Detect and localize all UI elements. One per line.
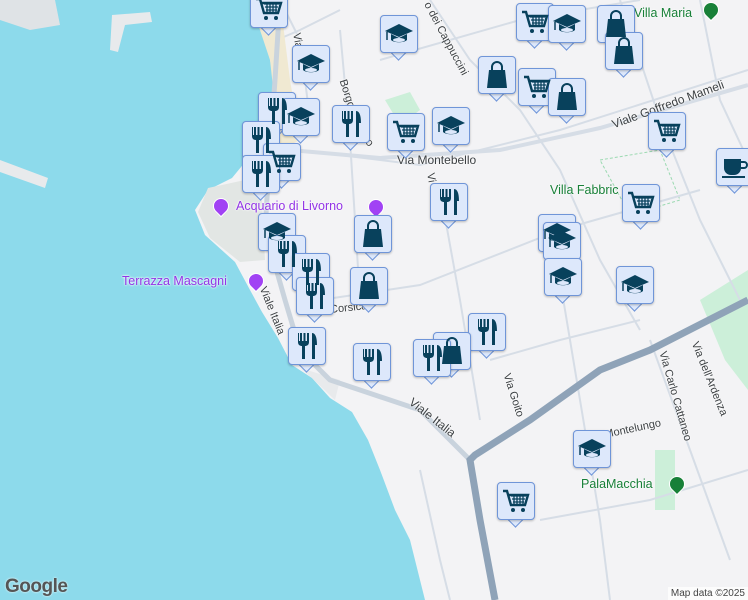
marker-box xyxy=(648,112,686,150)
marker-box xyxy=(332,105,370,143)
marker-box xyxy=(573,430,611,468)
shopping-bag-icon xyxy=(603,10,629,38)
poi-villa-fabbricotti[interactable]: Villa Fabbric xyxy=(550,183,619,197)
marker-box xyxy=(380,15,418,53)
map-marker-school[interactable] xyxy=(292,45,330,91)
map-marker-school[interactable] xyxy=(544,258,582,304)
map-marker-bag[interactable] xyxy=(350,267,388,313)
restaurant-icon xyxy=(339,110,363,138)
marker-box xyxy=(250,0,288,28)
map-marker-school[interactable] xyxy=(573,430,611,476)
marker-box xyxy=(605,32,643,70)
map-marker-fork[interactable] xyxy=(288,327,326,373)
map-marker-bag[interactable] xyxy=(605,32,643,78)
shopping-cart-icon xyxy=(627,190,655,216)
graduation-cap-icon xyxy=(552,12,582,36)
graduation-cap-icon xyxy=(384,22,414,46)
graduation-cap-icon xyxy=(620,273,650,297)
map-marker-cart[interactable] xyxy=(622,184,660,230)
restaurant-icon xyxy=(295,332,319,360)
poi-palamacchia[interactable]: PalaMacchia xyxy=(581,477,653,491)
shopping-cart-icon xyxy=(392,119,420,145)
graduation-cap-icon xyxy=(436,114,466,138)
graduation-cap-icon xyxy=(547,229,577,253)
marker-box xyxy=(622,184,660,222)
map-marker-school[interactable] xyxy=(282,98,320,144)
map-attribution[interactable]: Map data ©2025 xyxy=(667,587,748,600)
map-marker-school[interactable] xyxy=(432,107,470,153)
poi-villa-maria[interactable]: Villa Maria xyxy=(634,6,692,20)
graduation-cap-icon xyxy=(296,52,326,76)
shopping-bag-icon xyxy=(484,61,510,89)
map-marker-cart[interactable] xyxy=(497,482,535,528)
map-marker-cart[interactable] xyxy=(387,113,425,159)
marker-box xyxy=(497,482,535,520)
marker-box xyxy=(387,113,425,151)
marker-box xyxy=(616,266,654,304)
shopping-cart-icon xyxy=(521,9,549,35)
marker-box xyxy=(353,343,391,381)
poi-terrazza-mascagni[interactable]: Terrazza Mascagni xyxy=(122,274,227,288)
marker-box xyxy=(716,148,748,186)
restaurant-icon xyxy=(437,188,461,216)
shopping-cart-icon xyxy=(653,118,681,144)
restaurant-icon xyxy=(475,318,499,346)
shopping-bag-icon xyxy=(611,37,637,65)
marker-box xyxy=(354,215,392,253)
marker-box xyxy=(468,313,506,351)
google-logo: Google xyxy=(5,576,68,597)
map-marker-bag[interactable] xyxy=(548,78,586,124)
shopping-cart-icon xyxy=(255,0,283,22)
marker-box xyxy=(430,183,468,221)
shopping-cart-icon xyxy=(523,74,551,100)
map-marker-fork[interactable] xyxy=(332,105,370,151)
shopping-bag-icon xyxy=(356,272,382,300)
map-marker-cart[interactable] xyxy=(648,112,686,158)
shopping-bag-icon xyxy=(360,220,386,248)
cafe-icon xyxy=(721,155,748,179)
restaurant-icon xyxy=(360,348,384,376)
shopping-bag-icon xyxy=(554,83,580,111)
marker-box xyxy=(288,327,326,365)
map-marker-school[interactable] xyxy=(380,15,418,61)
marker-box xyxy=(544,258,582,296)
restaurant-icon xyxy=(420,344,444,372)
map-marker-cup[interactable] xyxy=(716,148,748,194)
marker-box xyxy=(432,107,470,145)
map-marker-cart[interactable] xyxy=(250,0,288,36)
graduation-cap-icon xyxy=(548,265,578,289)
graduation-cap-icon xyxy=(577,437,607,461)
restaurant-icon xyxy=(249,160,273,188)
street-label-via: Vi xyxy=(424,172,438,184)
map-marker-fork[interactable] xyxy=(468,313,506,359)
map-marker-bag[interactable] xyxy=(478,56,516,102)
map-marker-school[interactable] xyxy=(616,266,654,312)
marker-box xyxy=(548,5,586,43)
restaurant-icon xyxy=(275,240,299,268)
shopping-cart-icon xyxy=(502,488,530,514)
marker-box xyxy=(350,267,388,305)
marker-box xyxy=(548,78,586,116)
map-marker-fork[interactable] xyxy=(353,343,391,389)
restaurant-icon xyxy=(303,282,327,310)
poi-acquario-di-livorno[interactable]: Acquario di Livorno xyxy=(236,199,343,213)
graduation-cap-icon xyxy=(286,105,316,129)
map-marker-school[interactable] xyxy=(548,5,586,51)
marker-box xyxy=(478,56,516,94)
marker-box xyxy=(292,45,330,83)
map-marker-bag[interactable] xyxy=(354,215,392,261)
map-marker-fork[interactable] xyxy=(430,183,468,229)
